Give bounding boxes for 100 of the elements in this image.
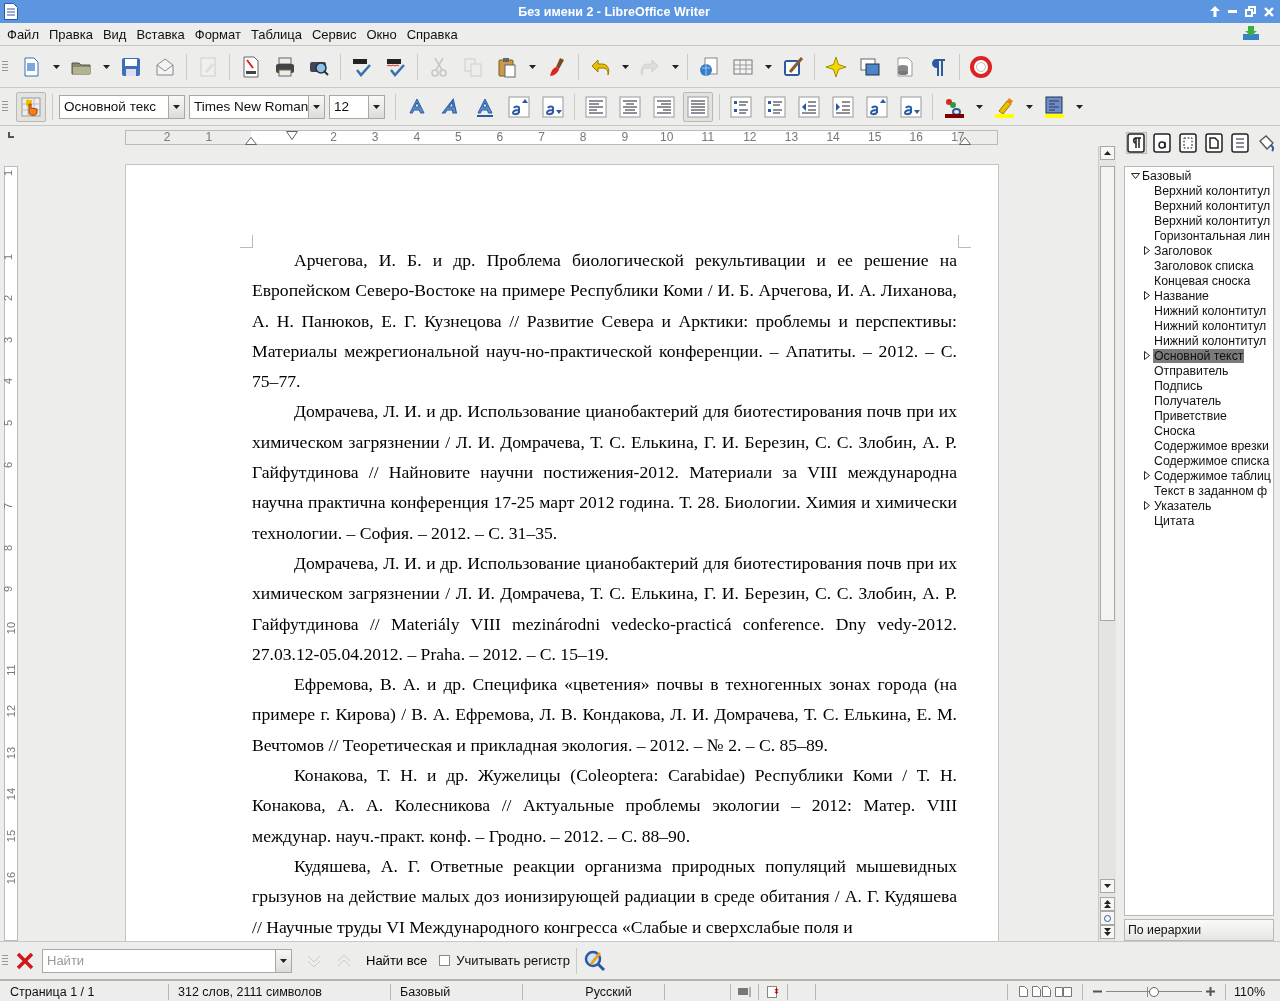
menu-item[interactable]: Таблица bbox=[245, 26, 307, 42]
style-tree-item[interactable]: Получатель bbox=[1153, 393, 1223, 408]
ruler-number: 17 bbox=[951, 131, 965, 144]
ruler-number: 5 bbox=[2, 419, 15, 427]
page-styles-icon[interactable] bbox=[1203, 132, 1225, 154]
menu-item[interactable]: Формат bbox=[189, 26, 246, 42]
style-tree-item[interactable]: Указатель bbox=[1153, 498, 1213, 513]
menu-item[interactable]: Вид bbox=[97, 26, 132, 42]
ruler-number: 3 bbox=[2, 336, 15, 343]
style-tree-item[interactable]: Верхний колонтитул bbox=[1153, 213, 1272, 228]
style-tree-item[interactable]: Базовый bbox=[1141, 168, 1193, 183]
ruler-number: 13 bbox=[5, 746, 18, 759]
page-style[interactable]: Базовый bbox=[400, 984, 451, 999]
ruler-number: 15 bbox=[868, 131, 882, 144]
zoom-level[interactable]: 110% bbox=[1234, 984, 1266, 999]
close-icon[interactable] bbox=[16, 951, 34, 970]
style-tree-item[interactable]: Верхний колонтитул bbox=[1153, 183, 1272, 198]
style-tree-item[interactable]: Нижний колонтитул bbox=[1153, 333, 1268, 348]
tab-stop-icon[interactable] bbox=[8, 132, 14, 138]
arrow-up-icon[interactable] bbox=[1210, 6, 1220, 17]
ruler-number: 8 bbox=[579, 131, 587, 144]
bibliography-entry: Кудяшева, А. Г. Ответные реакции организма природных популяций мышевидных грызунов на действие малых доз ионизирующей радиации в среде обитания / А. Г. Кудяшева // Научные труды VI Международного конгресса «Слабые и сверхслабые поля и bbox=[252, 854, 957, 939]
book-view-icon[interactable] bbox=[1054, 986, 1072, 997]
style-tree-item[interactable]: Заголовок bbox=[1153, 243, 1213, 258]
collapsed-triangle-icon[interactable] bbox=[1144, 471, 1150, 480]
style-tree-item[interactable]: Текст в заданном ф bbox=[1153, 483, 1269, 498]
bibliography-entry: Домрачева, Л. И. и др. Использование цианобактерий для биотестирования почв при их химическом загрязнении / Л. И. Домрачева, Т. С. Елькина, Г. И. Березин, С. С. Злобин, А. Р. Гайфутдинова // Materiály VIII mezinárodni vedecko-practicá conference. Dny vedy-2012. 27.03.12-05.04.2012. – Praha. – 2012. – С. 15–19. bbox=[252, 551, 957, 666]
collapsed-triangle-icon[interactable] bbox=[1144, 501, 1150, 510]
checkbox-label[interactable]: Учитывать регистр bbox=[456, 953, 570, 968]
navigation-icon[interactable] bbox=[1100, 911, 1115, 925]
scroll-down-icon[interactable] bbox=[1100, 879, 1115, 893]
ruler-number: 11 bbox=[701, 131, 715, 144]
ruler-number: 16 bbox=[909, 131, 923, 144]
style-tree-item[interactable]: Отправитель bbox=[1153, 363, 1230, 378]
two-pages-icon[interactable] bbox=[1031, 986, 1051, 997]
style-tree-item[interactable]: Нижний колонтитул bbox=[1153, 318, 1268, 333]
style-tree-item[interactable]: Цитата bbox=[1153, 513, 1196, 528]
single-page-icon[interactable] bbox=[1018, 986, 1028, 997]
collapsed-triangle-icon[interactable] bbox=[1144, 291, 1150, 300]
horizontal-ruler[interactable]: 2 1 2 3 4 5 6 7 8 9 10 11 12 13 14 15 16 17 bbox=[125, 130, 998, 145]
style-filter-dropdown[interactable]: По иерархии bbox=[1124, 919, 1274, 941]
menu-item[interactable]: Сервис bbox=[306, 26, 362, 42]
caret-icon[interactable] bbox=[276, 948, 292, 973]
style-tree-item[interactable]: Горизонтальная лин bbox=[1153, 228, 1271, 243]
style-tree-item[interactable]: Содержимое таблиц bbox=[1153, 468, 1272, 483]
zoom-slider-thumb[interactable] bbox=[1149, 986, 1159, 997]
find-field[interactable]: Найти bbox=[42, 948, 276, 973]
scrollbar-thumb[interactable] bbox=[1100, 166, 1115, 621]
next-page-icon[interactable] bbox=[1100, 925, 1115, 939]
bibliography-entry: Ефремова, В. А. и др. Специфика «цветения» почвы в техногенных зонах города (на примере г. Кирова) / В. А. Ефремова, Л. В. Кондакова, Л. И. Домрачева, Т. С. Елькина, Е. М. Вечтомов // Теоретическая и прикладная экология. – 2012. – № 2. – С. 85–89. bbox=[252, 673, 957, 757]
search-icon[interactable] bbox=[583, 948, 607, 973]
style-tree-item[interactable]: Содержимое списка bbox=[1153, 453, 1271, 468]
zoom-in-icon[interactable] bbox=[1206, 987, 1215, 996]
style-tree-item[interactable]: Нижний колонтитул bbox=[1153, 303, 1268, 318]
character-styles-icon[interactable] bbox=[1151, 132, 1173, 154]
style-tree-item[interactable]: Название bbox=[1153, 288, 1210, 303]
previous-page-icon[interactable] bbox=[1100, 897, 1115, 911]
style-tree-item[interactable]: Сноска bbox=[1153, 423, 1197, 438]
language[interactable]: Русский bbox=[585, 984, 632, 999]
ruler-number: 10 bbox=[660, 131, 674, 144]
style-tree-item[interactable]: Подпись bbox=[1153, 378, 1204, 393]
paragraph-styles-icon[interactable] bbox=[1126, 132, 1147, 154]
find-all-button[interactable]: Найти все bbox=[362, 953, 432, 968]
page-number: Страница 1 / 1 bbox=[10, 984, 95, 999]
checkbox[interactable] bbox=[439, 955, 451, 966]
styles-hand-icon[interactable] bbox=[16, 91, 46, 122]
first-line-indent-icon[interactable] bbox=[286, 131, 298, 140]
insert-mode-icon[interactable] bbox=[737, 986, 752, 997]
word-count: 312 слов, 2111 символов bbox=[178, 984, 322, 999]
menu-item[interactable]: Вставка bbox=[131, 26, 190, 42]
list-styles-icon[interactable] bbox=[1229, 132, 1251, 154]
bibliography-entry: Арчегова, И. Б. и др. Проблема биологической рекультивации и ее решение на Европейском Северо-Востоке на примере Республики Коми / И. Б. Арчегова, И. А. Лиханова, А. Н. Панюков, Е. Г. Кузнецова // Развитие Севера и Арктики: проблемы и перспективы: Материалы межрегиональной науч-но-практической конференции. – Апатиты. – 2012. – С. 75–77. bbox=[252, 249, 957, 394]
menu-item[interactable]: Файл bbox=[2, 26, 44, 42]
style-tree-item[interactable]: Приветствие bbox=[1153, 408, 1228, 423]
style-tree-item[interactable]: Верхний колонтитул bbox=[1153, 198, 1272, 213]
ruler-number: 14 bbox=[826, 131, 840, 144]
scroll-up-icon[interactable] bbox=[1100, 146, 1115, 160]
style-tree-item[interactable]: Концевая сноска bbox=[1153, 273, 1252, 288]
ruler-number: 12 bbox=[743, 131, 757, 144]
ruler-number: 7 bbox=[2, 503, 15, 510]
ruler-number: 7 bbox=[538, 131, 545, 144]
menu-item[interactable]: Правка bbox=[43, 26, 98, 42]
collapsed-triangle-icon[interactable] bbox=[1144, 351, 1150, 360]
document-modified-icon[interactable] bbox=[767, 985, 779, 998]
style-tree-item[interactable]: Содержимое врезки bbox=[1153, 438, 1270, 453]
vertical-ruler[interactable] bbox=[4, 166, 18, 941]
ruler-number: 2 bbox=[330, 131, 337, 144]
download-icon[interactable] bbox=[1242, 25, 1260, 41]
frame-styles-icon[interactable] bbox=[1177, 132, 1199, 154]
menu-item[interactable]: Справка bbox=[401, 26, 463, 42]
restore-icon[interactable] bbox=[1245, 6, 1256, 17]
expanded-triangle-icon[interactable] bbox=[1130, 172, 1140, 179]
ruler-number: 2 bbox=[2, 295, 15, 302]
justify-icon[interactable] bbox=[683, 91, 713, 122]
ruler-number: 4 bbox=[2, 378, 15, 385]
style-tree-item[interactable]: Заголовок списка bbox=[1153, 258, 1255, 273]
style-tree-item[interactable]: Основной текст bbox=[1153, 348, 1245, 363]
collapsed-triangle-icon[interactable] bbox=[1144, 246, 1150, 255]
ruler-number: 1 bbox=[2, 253, 15, 260]
menu-item[interactable]: Окно bbox=[361, 26, 402, 42]
